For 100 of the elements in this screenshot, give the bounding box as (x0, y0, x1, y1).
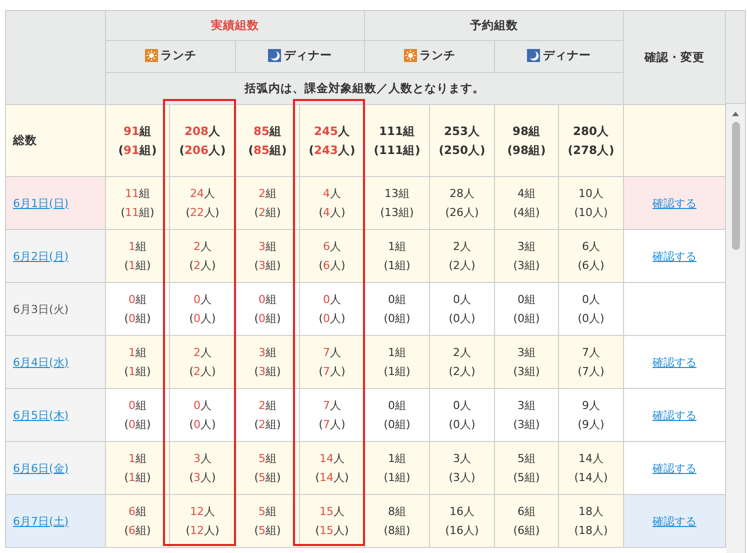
confirm-link[interactable]: 確認する (652, 462, 696, 474)
count-text: (14人) (314, 470, 350, 486)
count-text: 0人 (452, 292, 472, 308)
count-text: (12人) (184, 523, 220, 539)
count-text: 3組 (516, 398, 536, 414)
count-text: 12人 (189, 504, 216, 520)
count-text: 1組 (128, 451, 148, 467)
count-text: 11組 (124, 186, 151, 202)
scrollbar[interactable] (726, 104, 746, 553)
count-text: 3人 (192, 451, 212, 467)
count-text: 0組 (258, 292, 278, 308)
count-text: 10人 (578, 186, 604, 202)
count-text: 2組 (258, 398, 278, 414)
count-text: 0組 (516, 292, 536, 308)
count-text: 85組 (252, 122, 282, 140)
confirm-link[interactable]: 確認する (652, 408, 696, 422)
column-header: ランチ (420, 48, 456, 63)
count-text: (2人) (188, 258, 217, 274)
date-link[interactable]: 6月7日(土) (13, 514, 69, 528)
count-text: (91組) (117, 142, 158, 158)
count-text: 0人 (192, 292, 212, 308)
count-text: 6組 (516, 504, 536, 520)
count-text: (85組) (247, 142, 288, 158)
count-text: 0組 (387, 398, 407, 414)
count-text: 91組 (122, 122, 152, 140)
count-text: 9人 (581, 398, 601, 414)
count-text: 5組 (258, 504, 278, 520)
count-text: 245人 (312, 122, 351, 140)
count-text: (7人) (318, 364, 346, 380)
count-text: (1組) (123, 470, 152, 486)
count-text: 0組 (128, 292, 148, 308)
scrollbar-thumb[interactable] (732, 122, 740, 250)
count-text: (6人) (318, 258, 346, 274)
date-link[interactable]: 6月5日(木) (13, 408, 69, 422)
count-text: 14人 (318, 451, 346, 467)
count-text: (1組) (382, 364, 412, 380)
count-text: 98組 (511, 122, 542, 140)
count-text: (0人) (576, 311, 606, 327)
count-text: (7人) (318, 417, 346, 433)
sun-icon (404, 49, 416, 62)
moon-icon (527, 49, 540, 62)
count-text: 0人 (581, 292, 601, 308)
count-text: (9人) (576, 417, 606, 433)
count-text: 14人 (578, 451, 604, 467)
scroll-up-icon[interactable] (731, 110, 740, 117)
count-text: (1組) (123, 364, 152, 380)
count-text: 1組 (387, 451, 407, 467)
column-header: ランチ (160, 48, 196, 63)
count-text: 1組 (387, 239, 407, 255)
count-text: (1組) (382, 258, 412, 274)
count-text: 2人 (192, 239, 212, 255)
count-text: (6組) (512, 523, 541, 539)
count-text: (2組) (253, 205, 282, 221)
count-text: (0組) (512, 311, 541, 327)
count-text: (4人) (318, 205, 346, 221)
count-text: (3組) (512, 258, 541, 274)
count-text: (3組) (253, 364, 282, 380)
count-text: 3組 (258, 239, 278, 255)
count-text: 5組 (516, 451, 536, 467)
count-text: 0人 (322, 292, 342, 308)
confirm-link[interactable]: 確認する (652, 356, 696, 368)
count-text: (2人) (188, 364, 217, 380)
count-text: (14人) (573, 470, 609, 486)
count-text: (6人) (576, 258, 606, 274)
count-text: (6組) (123, 523, 152, 539)
count-text: (0人) (448, 311, 476, 327)
confirm-link[interactable]: 確認する (652, 196, 696, 210)
column-header: 実績組数 (106, 10, 364, 40)
count-text: (0組) (123, 311, 152, 327)
note-text: 括弧内は、課金対象組数／人数となります。 (106, 72, 624, 104)
count-text: (0組) (123, 417, 152, 433)
date-link[interactable]: 6月6日(金) (13, 462, 69, 474)
count-text: 0組 (387, 292, 407, 308)
count-text: (2人) (448, 364, 476, 380)
count-text: 0人 (452, 398, 472, 414)
date-link[interactable]: 6月4日(水) (13, 356, 69, 368)
count-text: 15人 (318, 504, 346, 520)
confirm-link[interactable]: 確認する (652, 250, 696, 262)
count-text: (2組) (253, 417, 282, 433)
count-text: 1組 (387, 345, 407, 361)
count-text: 0人 (192, 398, 212, 414)
count-text: (0人) (318, 311, 346, 327)
count-text: (111組) (372, 142, 422, 158)
count-text: 1組 (128, 239, 148, 255)
count-text: 6人 (322, 239, 342, 255)
confirm-link[interactable]: 確認する (652, 514, 696, 528)
count-text: (2人) (448, 258, 476, 274)
date-link[interactable]: 6月1日(日) (13, 196, 69, 210)
count-text: 0組 (128, 398, 148, 414)
count-text: (5組) (253, 470, 282, 486)
count-text: (15人) (314, 523, 350, 539)
count-text: 3組 (516, 345, 536, 361)
row-label: 総数 (6, 104, 106, 176)
count-text: (98組) (506, 142, 547, 158)
count-text: (3組) (253, 258, 282, 274)
count-text: (26人) (444, 205, 480, 221)
count-text: (0組) (382, 311, 412, 327)
count-text: (3組) (512, 417, 541, 433)
count-text: 2人 (192, 345, 212, 361)
date-link[interactable]: 6月2日(月) (13, 250, 69, 262)
